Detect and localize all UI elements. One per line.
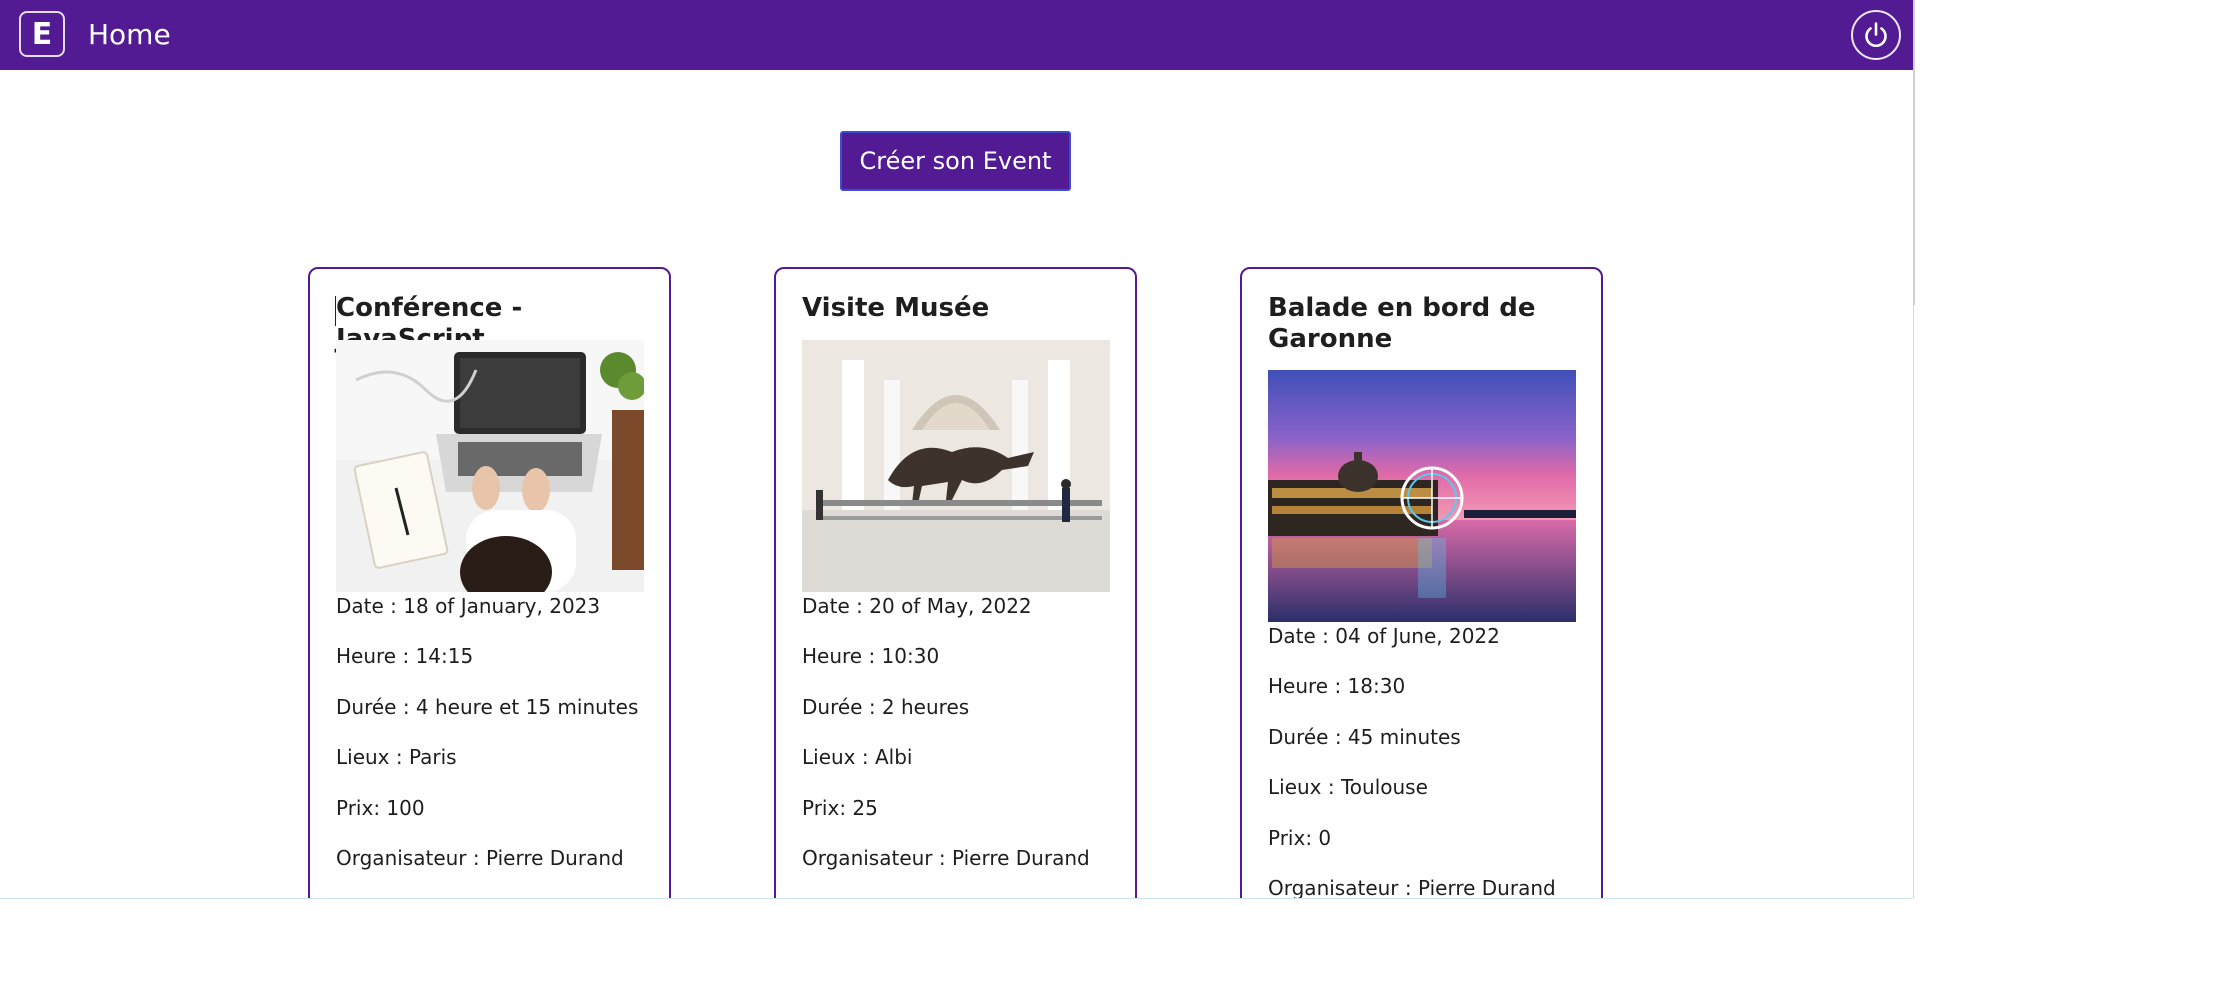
event-price: Prix: 100 [336, 795, 425, 820]
event-details: Date : 18 of January, 2023 Heure : 14:15… [336, 593, 656, 895]
top-navbar: E Home [0, 0, 1913, 70]
event-duration: Durée : 4 heure et 15 minutes [336, 694, 639, 719]
app-logo[interactable]: E [19, 11, 65, 57]
event-date: Date : 18 of January, 2023 [336, 594, 601, 618]
event-details: Date : 04 of June, 2022 Heure : 18:30 Du… [1268, 623, 1588, 898]
museum-dinosaur-image [802, 340, 1110, 592]
toulouse-riverside-image [1268, 370, 1576, 622]
event-image [802, 340, 1110, 592]
event-time: Heure : 18:30 [1268, 674, 1406, 699]
event-image [1268, 370, 1576, 622]
create-event-button[interactable]: Créer son Event [840, 131, 1071, 191]
event-duration: Durée : 2 heures [802, 694, 970, 719]
event-card[interactable]: Conférence - JavaScript Date: 18 of Jan… [308, 267, 671, 898]
event-price: Prix: 25 [802, 795, 878, 820]
event-details: Date : 20 of May, 2022 Heure : 10:30 Dur… [802, 593, 1122, 895]
page-title: Home [88, 18, 171, 51]
event-image [336, 340, 644, 592]
power-icon [1865, 22, 1887, 47]
vertical-scrollbar[interactable] [1913, 0, 1915, 305]
event-location: Lieux : Toulouse [1268, 775, 1428, 800]
viewport-edge [0, 898, 1913, 899]
event-date: Date : 04 of June, 2022 [1268, 624, 1500, 648]
event-time: Heure : 14:15 [336, 644, 474, 669]
event-time: Heure : 10:30 [802, 644, 940, 669]
event-date: Date : 20 of May, 2022 [802, 594, 1032, 618]
event-price: Prix: 0 [1268, 825, 1332, 850]
event-location: Lieux : Paris [336, 745, 457, 770]
event-card[interactable]: Balade en bord de Garonne Date: 04 of J… [1240, 267, 1603, 898]
event-organizer: Organisateur : Pierre Durand [1268, 875, 1556, 898]
event-title: Visite Musée [802, 293, 990, 323]
event-organizer: Organisateur : Pierre Durand [336, 845, 624, 870]
event-organizer: Organisateur : Pierre Durand [802, 845, 1090, 870]
app-viewport: E Home Créer son Event Conférence - Java… [0, 0, 1914, 898]
event-duration: Durée : 45 minutes [1268, 724, 1461, 749]
event-card[interactable]: Visite Musée Date: 20 of May, 2022 Heur… [774, 267, 1137, 898]
event-location: Lieux : Albi [802, 745, 913, 770]
event-title: Balade en bord de Garonne [1268, 293, 1536, 354]
laptop-desk-image [336, 340, 644, 592]
logout-button[interactable] [1851, 10, 1901, 60]
